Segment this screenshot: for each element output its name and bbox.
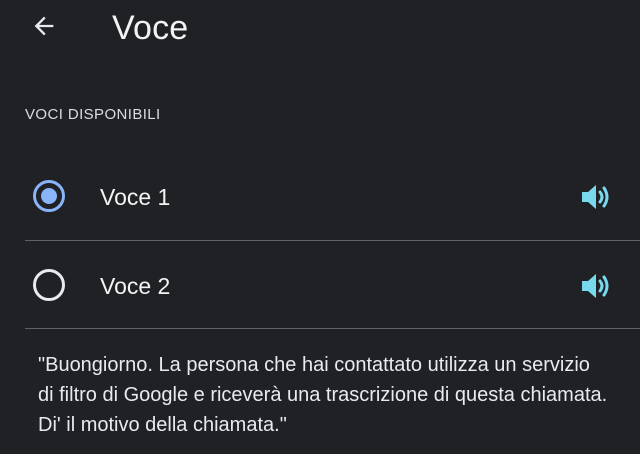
voice-preview-text: "Buongiorno. La persona che hai contatta…: [38, 354, 608, 436]
top-app-bar: Voce: [0, 0, 640, 56]
voice-option-label: Voce 2: [100, 273, 171, 299]
speaker-icon[interactable]: [578, 181, 612, 213]
page-title: Voce: [112, 9, 189, 47]
radio-button-selected[interactable]: [33, 180, 65, 212]
section-header: VOCI DISPONIBILI: [25, 106, 161, 123]
voice-option-2[interactable]: Voce 2: [0, 242, 640, 330]
divider: [25, 240, 640, 241]
speaker-icon[interactable]: [578, 270, 612, 302]
back-button[interactable]: [24, 8, 64, 48]
voice-option-label: Voce 1: [100, 184, 171, 210]
arrow-back-icon: [30, 12, 58, 45]
radio-button-unselected[interactable]: [33, 269, 65, 301]
divider: [25, 328, 640, 329]
voice-option-1[interactable]: Voce 1: [0, 153, 640, 241]
